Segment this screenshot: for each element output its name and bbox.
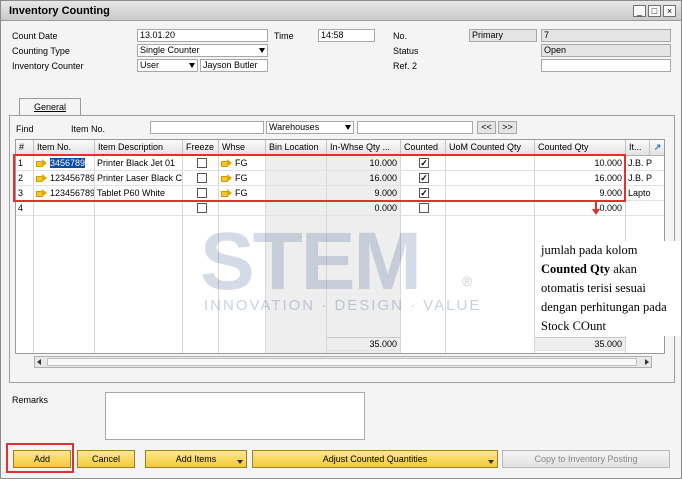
close-icon[interactable]: ×	[663, 5, 676, 17]
status-label: Status	[393, 46, 419, 56]
whse-cell[interactable]	[219, 202, 266, 216]
chevron-down-icon	[189, 63, 195, 68]
window-title: Inventory Counting	[9, 5, 110, 17]
status-field: Open	[541, 44, 671, 57]
horizontal-scrollbar[interactable]	[34, 356, 652, 368]
counting-type-select[interactable]: Single Counter	[137, 44, 268, 57]
counted-qty-total: 35.000	[535, 337, 626, 351]
scroll-right-icon[interactable]	[645, 359, 649, 365]
warehouses-select-value: Warehouses	[269, 122, 320, 132]
inventory-counter-label: Inventory Counter	[12, 61, 84, 71]
inventory-counting-window: Inventory Counting _ □ × Count Date 13.0…	[0, 0, 682, 479]
annotation-arrow-icon	[592, 209, 600, 215]
scroll-left-icon[interactable]	[37, 359, 41, 365]
bin-location-cell	[266, 202, 327, 216]
count-date-field[interactable]: 13.01.20	[137, 29, 268, 42]
freeze-cell[interactable]	[183, 202, 219, 216]
counted-cell[interactable]	[401, 202, 446, 216]
expand-icon[interactable]: ↗	[650, 140, 664, 156]
item-no-cell[interactable]	[34, 202, 95, 216]
chevron-down-icon	[259, 48, 265, 53]
tab-general-label: General	[33, 102, 67, 112]
highlight-add-button-box	[6, 443, 74, 473]
note-part1: jumlah pada kolom	[541, 243, 638, 257]
row-number: 4	[16, 202, 34, 216]
find-item-no-input[interactable]	[150, 121, 264, 134]
adjust-counted-quantities-label: Adjust Counted Quantities	[322, 454, 428, 464]
remarks-label: Remarks	[12, 395, 49, 405]
minimize-icon[interactable]: _	[633, 5, 646, 17]
tab-general[interactable]: General	[19, 98, 81, 116]
adjust-counted-quantities-button[interactable]: Adjust Counted Quantities	[252, 450, 498, 468]
add-items-label: Add Items	[175, 454, 217, 464]
cancel-button[interactable]: Cancel	[77, 450, 135, 468]
uom-counted-qty-cell[interactable]	[446, 202, 535, 216]
count-date-label: Count Date	[12, 31, 58, 41]
counter-type-value: User	[140, 60, 160, 70]
in-whse-qty-total: 35.000	[327, 337, 401, 351]
item-extra-cell: Lapto	[626, 187, 664, 201]
item-extra-cell: J.B. P	[626, 157, 664, 171]
counting-type-label: Counting Type	[12, 46, 70, 56]
scrollbar-thumb[interactable]	[47, 358, 637, 366]
time-label: Time	[274, 31, 294, 41]
counting-type-value: Single Counter	[140, 45, 200, 55]
find-label: Find	[16, 124, 34, 134]
chevron-down-icon	[488, 460, 494, 464]
chevron-down-icon	[237, 460, 243, 464]
annotation-note: jumlah pada kolom Counted Qty akan otoma…	[541, 241, 681, 336]
counter-type-select[interactable]: User	[137, 59, 198, 72]
time-field[interactable]: 14:58	[318, 29, 375, 42]
item-extra-cell	[626, 202, 664, 216]
note-bold: Counted Qty	[541, 262, 611, 276]
warehouses-select[interactable]: Warehouses	[266, 121, 354, 134]
find-warehouse-input[interactable]	[357, 121, 473, 134]
maximize-icon[interactable]: □	[648, 5, 661, 17]
find-prev-button[interactable]: <<	[477, 121, 496, 134]
remarks-textarea[interactable]	[105, 392, 365, 440]
in-whse-qty-cell: 0.000	[327, 202, 401, 216]
highlight-rows-box	[13, 154, 626, 202]
doc-number-field: 7	[541, 29, 671, 42]
freeze-checkbox[interactable]	[196, 203, 207, 213]
title-bar: Inventory Counting _ □ ×	[1, 1, 681, 21]
counted-checkbox[interactable]	[419, 203, 429, 213]
ref2-label: Ref. 2	[393, 61, 418, 71]
series-select[interactable]: Primary	[469, 29, 537, 42]
col-header-item-extra[interactable]: It...	[626, 140, 650, 156]
item-extra-cell: J.B. P	[626, 172, 664, 186]
find-item-no-label: Item No.	[71, 124, 106, 134]
item-description-cell[interactable]	[95, 202, 183, 216]
find-next-button[interactable]: >>	[498, 121, 517, 134]
ref2-field[interactable]	[541, 59, 671, 72]
add-items-button[interactable]: Add Items	[145, 450, 247, 468]
chevron-down-icon	[345, 125, 351, 130]
copy-to-inventory-posting-button[interactable]: Copy to Inventory Posting	[502, 450, 670, 468]
counted-qty-cell[interactable]: 0.000	[535, 202, 626, 216]
no-label: No.	[393, 31, 408, 41]
counter-name-field[interactable]: Jayson Butler	[200, 59, 268, 72]
